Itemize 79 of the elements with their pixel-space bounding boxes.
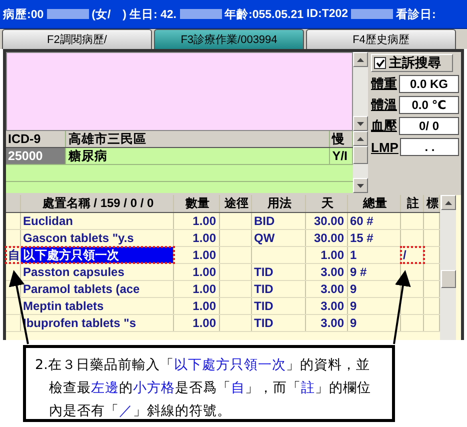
column-header: 總量	[348, 195, 401, 212]
search-checkbox[interactable]: 主訴搜尋	[371, 54, 453, 72]
tab[interactable]: F3診療作業/003994	[154, 29, 304, 49]
table-cell: TID	[252, 315, 306, 331]
tab[interactable]: F4歷史病歷	[306, 29, 456, 49]
checkbox-label: 主訴搜尋	[389, 54, 441, 72]
table-cell: 9 #	[348, 264, 401, 280]
medicine-name-cell: Paramol tablets (ace	[21, 281, 174, 297]
table-cell: 1	[348, 247, 401, 263]
header-text: 生日: 42.	[129, 7, 176, 22]
table-cell: 3.00	[306, 281, 348, 297]
redacted-block	[351, 9, 394, 19]
table-cell: 1.00	[174, 264, 220, 280]
medicine-name-cell: Euclidan	[21, 213, 174, 229]
down-arrow-icon	[357, 184, 364, 188]
field-label: 體重	[371, 75, 397, 93]
input-field[interactable]: . .	[400, 138, 459, 156]
table-cell: 1.00	[174, 230, 220, 246]
table-cell: TID	[252, 298, 306, 314]
scrollbar[interactable]	[353, 52, 368, 131]
table-cell: QW	[252, 230, 306, 246]
down-arrow-icon	[357, 122, 364, 126]
field-label: 血壓	[371, 117, 397, 135]
table-cell: TID	[252, 281, 306, 297]
header-text: 年齡:055.05.21	[224, 8, 304, 22]
table-cell: 1.00	[174, 213, 220, 229]
table-cell: 1.00	[174, 298, 220, 314]
header-text: 病歷:00	[3, 7, 44, 22]
table-cell: 3.00	[306, 298, 348, 314]
medicine-name-cell: Passton capsules	[21, 264, 174, 280]
table-cell: 30.00	[306, 230, 348, 246]
tab[interactable]: F2調閱病歷/	[2, 29, 152, 49]
column-header: 高雄市三民區	[66, 131, 330, 147]
column-header: 天	[306, 195, 348, 212]
table-cell: 25000	[6, 148, 66, 164]
redacted-block	[180, 9, 222, 19]
table-cell: 30.00	[306, 213, 348, 229]
table-cell: 9	[348, 298, 401, 314]
column-header: 用法	[252, 195, 306, 212]
scrollbar[interactable]	[440, 195, 456, 340]
input-field[interactable]: 0.0 KG	[399, 75, 459, 93]
table-cell: 3.00	[306, 315, 348, 331]
input-field[interactable]: 0.0 ℃	[399, 96, 459, 114]
table-cell: 15 #	[348, 230, 401, 246]
table-cell: 1.00	[174, 281, 220, 297]
up-arrow-icon	[357, 58, 364, 62]
table-cell: 1.00	[306, 247, 348, 263]
column-header: 處置名稱 / 159 / 0 / 0	[21, 195, 174, 212]
field-label: 體溫	[371, 96, 397, 114]
header-text: (女/ )	[92, 8, 126, 22]
input-field[interactable]: 0/ 0	[399, 117, 459, 135]
table-cell: 9	[348, 281, 401, 297]
header-text: 看診日:	[396, 7, 436, 22]
instruction-text: 2.在３日藥品前輸入「以下處方只領一次」的資料，並檢查最左邊的小方格是否爲「自」，而「註」的欄位內是否有「／」斜線的符號。	[35, 356, 372, 421]
table-cell: BID	[252, 213, 306, 229]
column-header: 註	[401, 195, 424, 212]
table-cell: 60 #	[348, 213, 401, 229]
table-cell: 3.00	[306, 264, 348, 280]
scrollbar-thumb[interactable]	[353, 146, 368, 164]
column-header: ICD-9	[6, 131, 66, 147]
medicine-name-cell: 以下處方只領一次	[21, 247, 174, 263]
redacted-block	[46, 9, 89, 19]
medicine-name-cell: Meptin tablets	[21, 298, 174, 314]
header-text: ID:T202	[306, 8, 348, 20]
table-cell: TID	[252, 264, 306, 280]
table-cell: 1.00	[174, 247, 220, 263]
table-cell: 9	[348, 315, 401, 331]
scrollbar-thumb[interactable]	[440, 270, 456, 288]
column-header: 數量	[174, 195, 220, 212]
up-arrow-icon	[444, 200, 452, 204]
field-label: LMP	[371, 140, 398, 154]
column-header: 途徑	[220, 195, 252, 212]
checkbox[interactable]	[374, 57, 386, 69]
table-cell: 糖尿病	[66, 148, 330, 164]
scrollbar[interactable]	[353, 131, 368, 193]
table-cell: 1.00	[174, 315, 220, 331]
table-cell: /	[401, 247, 424, 263]
medicine-name-cell: Gascon tablets "y.s	[21, 230, 174, 246]
up-arrow-icon	[357, 136, 364, 140]
